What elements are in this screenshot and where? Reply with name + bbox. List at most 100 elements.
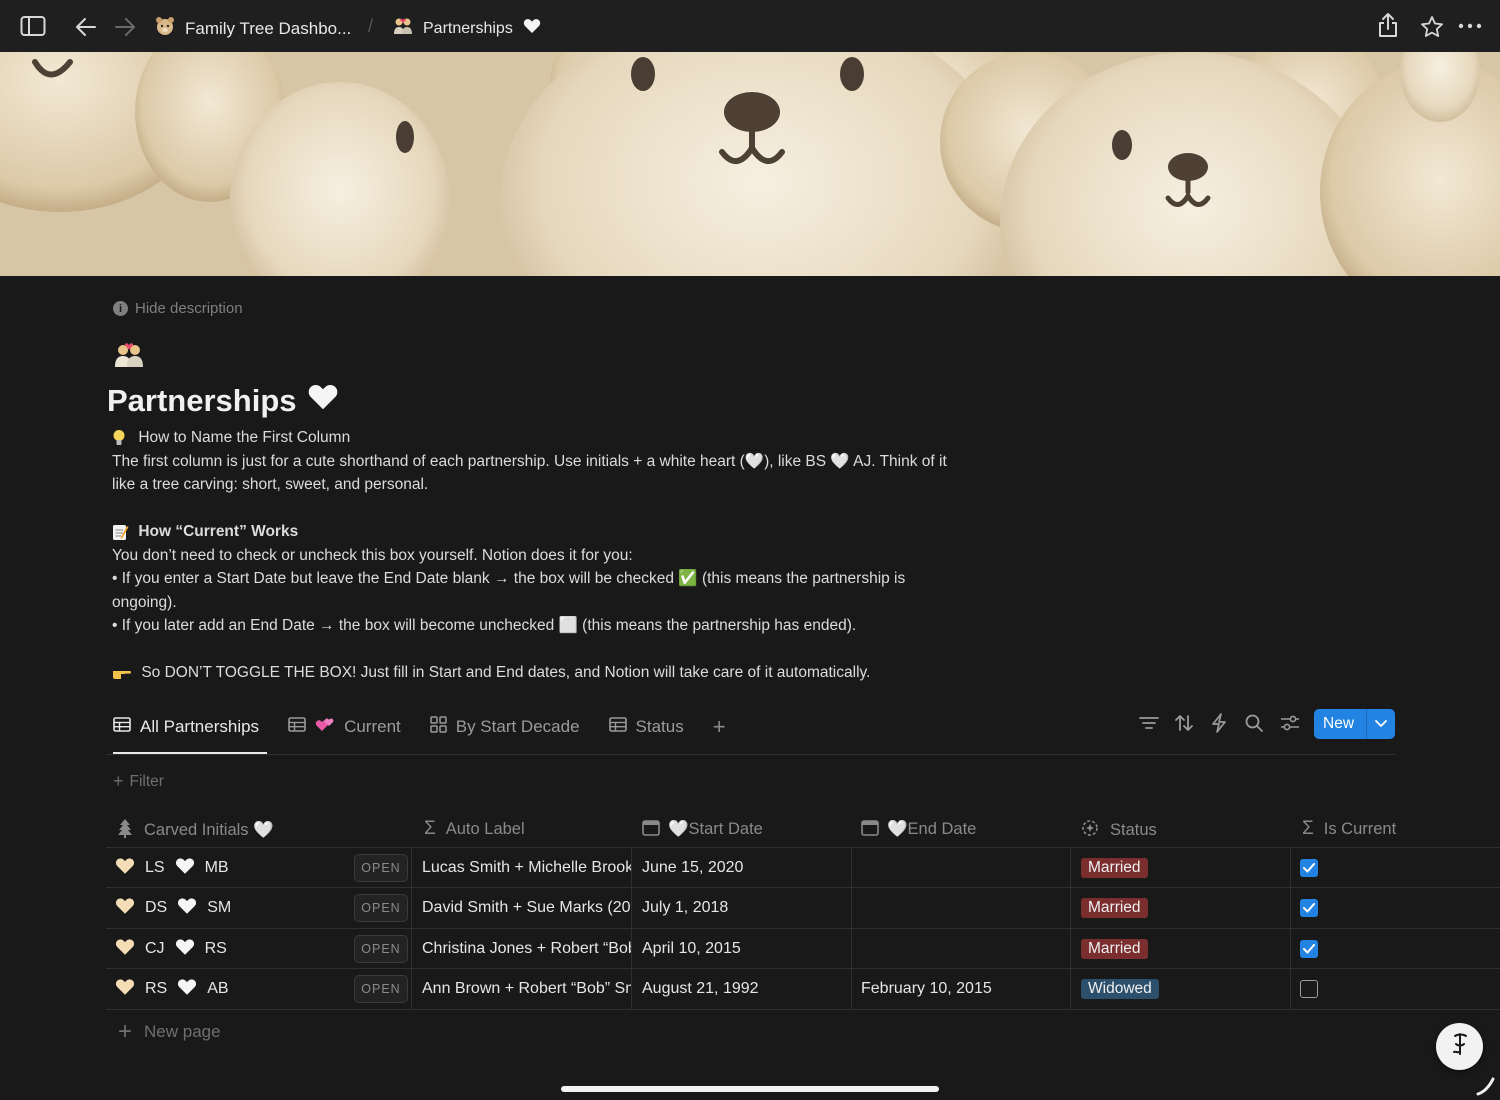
more-options-icon[interactable] <box>1457 18 1483 34</box>
new-page-button[interactable]: + New page <box>118 1020 221 1044</box>
start-date-cell[interactable]: June 15, 2020 <box>642 848 743 888</box>
is-current-cell[interactable] <box>1300 848 1318 888</box>
column-header-is-current[interactable]: Σ Is Current <box>1302 818 1396 840</box>
checkbox-checked[interactable] <box>1300 899 1318 917</box>
open-button[interactable]: OPEN <box>354 854 408 882</box>
forward-arrow-icon[interactable] <box>114 16 136 38</box>
column-header-start-date[interactable]: 🤍Start Date <box>642 818 763 841</box>
two-hearts-icon <box>315 716 335 739</box>
beige-heart-icon <box>115 857 135 880</box>
table-row[interactable]: CJ RS OPEN Christina Jones + Robert “Bob… <box>106 929 1500 969</box>
breadcrumb-page[interactable]: Partnerships <box>393 17 541 40</box>
hide-description-label: Hide description <box>135 300 243 317</box>
pencil-stroke-icon <box>1476 1076 1496 1100</box>
status-badge: Married <box>1081 939 1148 959</box>
breadcrumb-workspace[interactable]: Family Tree Dashbo... <box>155 16 351 41</box>
plus-icon: + <box>712 714 726 739</box>
tab-all-partnerships[interactable]: All Partnerships <box>113 712 259 742</box>
checkbox-checked[interactable] <box>1300 940 1318 958</box>
column-label: 🤍Start Date <box>668 820 763 838</box>
chevron-down-icon[interactable] <box>1367 720 1395 728</box>
is-current-cell[interactable] <box>1300 969 1318 1009</box>
open-button[interactable]: OPEN <box>354 975 408 1003</box>
teddy-bears-illustration <box>0 52 1500 276</box>
desc-text: How “Current” Works <box>138 523 299 540</box>
tab-status[interactable]: Status <box>608 712 684 742</box>
status-sparkle-icon <box>1080 818 1100 843</box>
column-label: 🤍End Date <box>887 820 977 838</box>
column-header-status[interactable]: Status <box>1080 818 1157 843</box>
tab-label: Status <box>635 717 684 736</box>
carved-initials-cell[interactable]: LS MB <box>115 848 229 888</box>
settings-sliders-icon[interactable] <box>1279 712 1301 734</box>
tab-label: By Start Decade <box>455 717 580 736</box>
back-arrow-icon[interactable] <box>75 16 97 38</box>
carved-initials-cell[interactable]: RS AB <box>115 969 229 1009</box>
desc-text: How to Name the First Column <box>138 429 351 446</box>
new-page-label: New page <box>144 1022 221 1041</box>
carved-initials-cell[interactable]: CJ RS <box>115 929 227 969</box>
memo-icon <box>112 523 129 540</box>
table-row[interactable]: DS SM OPEN David Smith + Sue Marks (2018… <box>106 888 1500 928</box>
carved-initials-cell[interactable]: DS SM <box>115 888 231 928</box>
desc-line: You don’t need to check or uncheck this … <box>112 544 972 568</box>
column-header-end-date[interactable]: 🤍End Date <box>861 818 976 841</box>
checkbox-checked[interactable] <box>1300 859 1318 877</box>
top-bar: Family Tree Dashbo... / Partnerships <box>0 0 1500 52</box>
status-cell[interactable]: Married <box>1081 888 1148 928</box>
auto-label-cell[interactable]: Ann Brown + Robert “Bob” Smith <box>422 969 631 1009</box>
page-title-text: Partnerships <box>107 383 297 418</box>
new-button[interactable]: New <box>1314 709 1395 739</box>
add-filter-button[interactable]: + Filter <box>113 771 164 792</box>
white-heart-icon <box>523 18 541 39</box>
white-heart-icon <box>177 897 197 920</box>
auto-label-cell[interactable]: David Smith + Sue Marks (2018 <box>422 888 631 928</box>
white-heart-icon <box>177 978 197 1001</box>
ai-face-icon <box>1446 1030 1474 1063</box>
hide-description-button[interactable]: i Hide description <box>113 300 243 317</box>
status-cell[interactable]: Married <box>1081 848 1148 888</box>
status-cell[interactable]: Married <box>1081 929 1148 969</box>
sidebar-toggle-icon[interactable] <box>20 15 46 37</box>
automation-bolt-icon[interactable] <box>1208 712 1230 734</box>
column-label: Auto Label <box>445 819 525 838</box>
breadcrumb-page-label: Partnerships <box>423 19 513 37</box>
sort-icon[interactable] <box>1173 712 1195 734</box>
start-date-cell[interactable]: July 1, 2018 <box>642 888 728 928</box>
tab-label: All Partnerships <box>140 717 260 736</box>
open-button[interactable]: OPEN <box>354 935 408 963</box>
search-icon[interactable] <box>1243 712 1265 734</box>
is-current-cell[interactable] <box>1300 929 1318 969</box>
breadcrumb-workspace-label: Family Tree Dashbo... <box>185 18 352 38</box>
couple-icon <box>393 17 413 40</box>
initials-b: MB <box>204 859 229 876</box>
table-row[interactable]: RS AB OPEN Ann Brown + Robert “Bob” Smit… <box>106 969 1500 1009</box>
start-date-cell[interactable]: August 21, 1992 <box>642 969 759 1009</box>
auto-label-cell[interactable]: Christina Jones + Robert “Bob <box>422 929 631 969</box>
share-icon[interactable] <box>1377 12 1399 38</box>
table-row[interactable]: LS MB OPEN Lucas Smith + Michelle Brooks… <box>106 848 1500 888</box>
page-couple-icon[interactable] <box>113 340 145 368</box>
star-icon[interactable] <box>1420 15 1444 39</box>
checkbox-unchecked[interactable] <box>1300 980 1318 998</box>
add-view-button[interactable]: + <box>713 712 726 742</box>
column-label: Status <box>1110 821 1157 839</box>
notion-ai-button[interactable] <box>1436 1023 1483 1070</box>
open-button[interactable]: OPEN <box>354 894 408 922</box>
end-date-cell[interactable]: February 10, 2015 <box>861 969 992 1009</box>
initials-b: AB <box>207 980 229 997</box>
filter-icon[interactable] <box>1138 712 1160 734</box>
desc-text: • If you later add an End Date → the box… <box>112 617 857 634</box>
column-header-auto-label[interactable]: Σ Auto Label <box>424 818 525 840</box>
tab-by-start-decade[interactable]: By Start Decade <box>430 712 580 742</box>
start-date-cell[interactable]: April 10, 2015 <box>642 929 741 969</box>
view-tabs: All Partnerships Current By Start Decade… <box>113 712 755 742</box>
is-current-cell[interactable] <box>1300 888 1318 928</box>
status-cell[interactable]: Widowed <box>1081 969 1159 1009</box>
initials-a: RS <box>145 980 168 997</box>
tab-label: Current <box>344 717 401 736</box>
column-header-carved-initials[interactable]: Carved Initials 🤍 <box>116 818 274 843</box>
auto-label-cell[interactable]: Lucas Smith + Michelle Brooks <box>422 848 631 888</box>
tab-current[interactable]: Current <box>288 712 401 742</box>
info-icon: i <box>113 301 128 316</box>
